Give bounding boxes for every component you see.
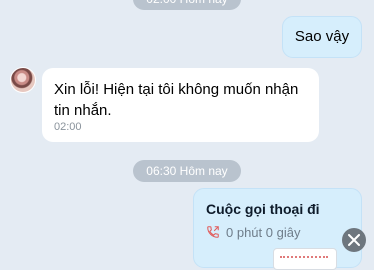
message-text: Sao vậy <box>294 28 350 45</box>
message-text: Xin lỗi! Hiện tại tôi không muốn nhận ti… <box>54 81 299 119</box>
timestamp-divider: 02:00 Hôm nay <box>133 0 241 10</box>
call-duration: 0 phút 0 giây <box>226 224 301 240</box>
message-time: 02:00 <box>54 121 82 133</box>
call-duration-row: 0 phút 0 giây <box>206 223 300 241</box>
floating-preview-window[interactable] <box>273 248 337 270</box>
avatar[interactable] <box>10 67 36 93</box>
outgoing-message-bubble[interactable]: Sao vậy <box>282 16 362 58</box>
close-button[interactable] <box>342 228 366 252</box>
outgoing-call-icon <box>207 226 219 238</box>
incoming-message-bubble[interactable]: Xin lỗi! Hiện tại tôi không muốn nhận ti… <box>42 68 319 142</box>
call-title: Cuộc gọi thoại đi <box>206 201 320 217</box>
close-icon <box>348 234 360 246</box>
timestamp-divider: 06:30 Hôm nay <box>133 160 241 182</box>
